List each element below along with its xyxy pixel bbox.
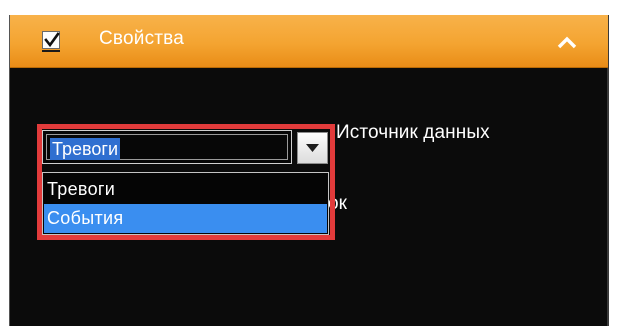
dropdown-option-alarms[interactable]: Тревоги [44,175,327,204]
data-source-select[interactable]: Тревоги [42,130,292,164]
chevron-down-icon [306,144,319,152]
panel-enabled-checkbox[interactable] [42,31,60,52]
data-source-label: Источник данных [336,122,490,143]
select-current-value: Тревоги [50,138,120,160]
dropdown-option-events[interactable]: События [44,204,327,233]
data-source-dropdown-list: Тревоги События [42,172,329,235]
checkbox-underline [42,50,60,52]
panel-header[interactable]: Свойства [10,15,608,68]
select-dropdown-button[interactable] [297,132,328,164]
panel-title: Свойства [99,28,185,49]
select-inner-frame: Тревоги [46,134,288,160]
chevron-up-icon[interactable] [556,34,578,50]
checkmark-icon [44,32,60,48]
